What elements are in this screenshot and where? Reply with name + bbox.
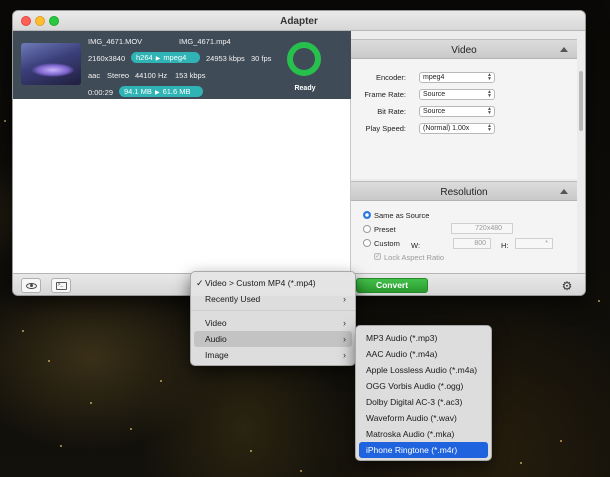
video-bitrate: 24953 kbps xyxy=(206,54,245,63)
video-section-header[interactable]: Video xyxy=(351,39,577,59)
video-codec-pill: h264 ▶ mpeg4 xyxy=(131,52,200,63)
gear-icon[interactable]: ⚙ xyxy=(560,279,574,293)
chevron-up-down-icon: ▲ ▼ xyxy=(487,72,492,82)
video-thumbnail xyxy=(21,43,81,85)
checkmark-icon: ✓ xyxy=(196,278,204,288)
arrow-right-icon: ▶ xyxy=(155,56,161,62)
frame-rate-select[interactable]: Source ▲ ▼ xyxy=(419,89,495,100)
log-button[interactable]: >_ xyxy=(51,278,71,293)
width-input[interactable]: 800 xyxy=(453,238,491,249)
chevron-up-down-icon: ▲ ▼ xyxy=(487,106,492,116)
audio-format-submenu: MP3 Audio (*.mp3) AAC Audio (*.m4a) Appl… xyxy=(355,325,492,461)
menu-item-aac[interactable]: AAC Audio (*.m4a) xyxy=(359,346,488,362)
frame-rate-label: Frame Rate: xyxy=(364,90,406,99)
menu-item-label: Audio xyxy=(205,334,227,344)
settings-scrollbar[interactable] xyxy=(579,71,583,131)
menu-item-label: Image xyxy=(205,350,229,360)
size-in: 94.1 MB xyxy=(124,87,152,96)
audio-channels: Stereo xyxy=(107,71,130,80)
chevron-right-icon: › xyxy=(343,318,346,328)
output-format-menu: ✓ Video > Custom MP4 (*.mp4) Recently Use… xyxy=(190,271,356,366)
bit-rate-label: Bit Rate: xyxy=(377,107,406,116)
video-section-title: Video xyxy=(451,45,477,56)
lock-aspect-checkbox[interactable]: ✓ xyxy=(374,253,381,260)
menu-item-mka[interactable]: Matroska Audio (*.mka) xyxy=(359,426,488,442)
collapse-icon[interactable] xyxy=(560,189,568,194)
resolution-section-title: Resolution xyxy=(440,187,488,198)
encoder-label: Encoder: xyxy=(375,73,406,82)
menu-item-image[interactable]: Image › xyxy=(194,347,352,363)
terminal-icon: >_ xyxy=(55,281,67,290)
file-size-pill: 94.1 MB ▶ 61.6 MB xyxy=(119,86,203,97)
same-as-source-label: Same as Source xyxy=(374,211,430,220)
status-ring-icon xyxy=(287,42,321,76)
same-as-source-radio[interactable] xyxy=(363,211,371,219)
codec-in: h264 xyxy=(136,53,153,62)
menu-item-ogg[interactable]: OGG Vorbis Audio (*.ogg) xyxy=(359,378,488,394)
preset-label: Preset xyxy=(374,225,396,234)
chevron-up-down-icon: ▲ ▼ xyxy=(487,123,492,133)
encoder-value: mpeg4 xyxy=(423,74,445,81)
video-fps: 30 fps xyxy=(251,54,272,63)
preview-button[interactable] xyxy=(21,278,41,293)
input-filename: IMG_4671.MOV xyxy=(88,37,143,46)
title-bar: Adapter xyxy=(13,11,585,31)
custom-radio[interactable] xyxy=(363,239,371,247)
chevron-right-icon: › xyxy=(343,334,346,344)
menu-item-mp3[interactable]: MP3 Audio (*.mp3) xyxy=(359,330,488,346)
checked-format-label: Video > Custom MP4 (*.mp4) xyxy=(205,278,316,288)
play-speed-value: (Normal) 1.00x xyxy=(423,125,470,132)
audio-codec: aac xyxy=(88,71,101,80)
menu-item-label: Video xyxy=(205,318,227,328)
collapse-icon[interactable] xyxy=(560,47,568,52)
menu-item-alac[interactable]: Apple Lossless Audio (*.m4a) xyxy=(359,362,488,378)
resolution-section-header[interactable]: Resolution xyxy=(351,181,577,201)
preset-value: 720x480 xyxy=(475,225,502,232)
menu-separator xyxy=(191,310,355,311)
menu-item-label: Recently Used xyxy=(205,294,261,304)
preset-select[interactable]: 720x480 xyxy=(451,223,513,234)
encoder-select[interactable]: mpeg4 ▲ ▼ xyxy=(419,72,495,83)
file-list: IMG_4671.MOV IMG_4671.mp4 2160x3840 h264… xyxy=(13,31,351,273)
video-section: Encoder: mpeg4 ▲ ▼ Frame Rate: Source ▲ ▼ Bi… xyxy=(351,59,577,179)
menu-item-audio[interactable]: Audio › xyxy=(194,331,352,347)
menu-item-video[interactable]: Video › xyxy=(194,315,352,331)
chevron-right-icon: › xyxy=(343,350,346,360)
height-label: H: xyxy=(501,241,509,250)
width-label: W: xyxy=(411,241,421,250)
arrow-right-icon: ▶ xyxy=(154,90,160,96)
custom-label: Custom xyxy=(374,239,400,248)
menu-item-recently-used[interactable]: Recently Used › xyxy=(194,291,352,307)
menu-item-ac3[interactable]: Dolby Digital AC-3 (*.ac3) xyxy=(359,394,488,410)
bit-rate-value: Source xyxy=(423,108,446,115)
height-input[interactable]: * xyxy=(515,238,553,249)
play-speed-select[interactable]: (Normal) 1.00x ▲ ▼ xyxy=(419,123,495,134)
codec-out: mpeg4 xyxy=(163,53,187,62)
file-row[interactable]: IMG_4671.MOV IMG_4671.mp4 2160x3840 h264… xyxy=(13,31,351,99)
video-resolution: 2160x3840 xyxy=(88,54,126,63)
convert-button[interactable]: Convert xyxy=(356,278,428,293)
menu-item-checked-format[interactable]: ✓ Video > Custom MP4 (*.mp4) xyxy=(194,275,352,291)
settings-panel: Video Encoder: mpeg4 ▲ ▼ Frame Rate: Sourc… xyxy=(351,31,585,273)
audio-bitrate: 153 kbps xyxy=(175,71,206,80)
adapter-window: Adapter IMG_4671.MOV IMG_4671.mp4 2160x3… xyxy=(12,10,586,296)
output-filename: IMG_4671.mp4 xyxy=(179,37,231,46)
chevron-right-icon: › xyxy=(343,294,346,304)
resolution-section: Same as Source Preset 720x480 Custom W: … xyxy=(351,201,577,273)
size-out: 61.6 MB xyxy=(162,87,191,96)
eye-icon xyxy=(25,282,37,289)
chevron-up-down-icon: ▲ ▼ xyxy=(487,89,492,99)
lock-aspect-label: Lock Aspect Ratio xyxy=(384,253,445,262)
play-speed-label: Play Speed: xyxy=(365,124,406,133)
status-label: Ready xyxy=(294,85,316,92)
bit-rate-select[interactable]: Source ▲ ▼ xyxy=(419,106,495,117)
menu-item-wav[interactable]: Waveform Audio (*.wav) xyxy=(359,410,488,426)
duration: 0:00:29 xyxy=(88,88,114,97)
menu-item-iphone-ringtone[interactable]: iPhone Ringtone (*.m4r) xyxy=(359,442,488,458)
frame-rate-value: Source xyxy=(423,91,446,98)
audio-sample-rate: 44100 Hz xyxy=(135,71,168,80)
window-title: Adapter xyxy=(280,16,318,27)
preset-radio[interactable] xyxy=(363,225,371,233)
